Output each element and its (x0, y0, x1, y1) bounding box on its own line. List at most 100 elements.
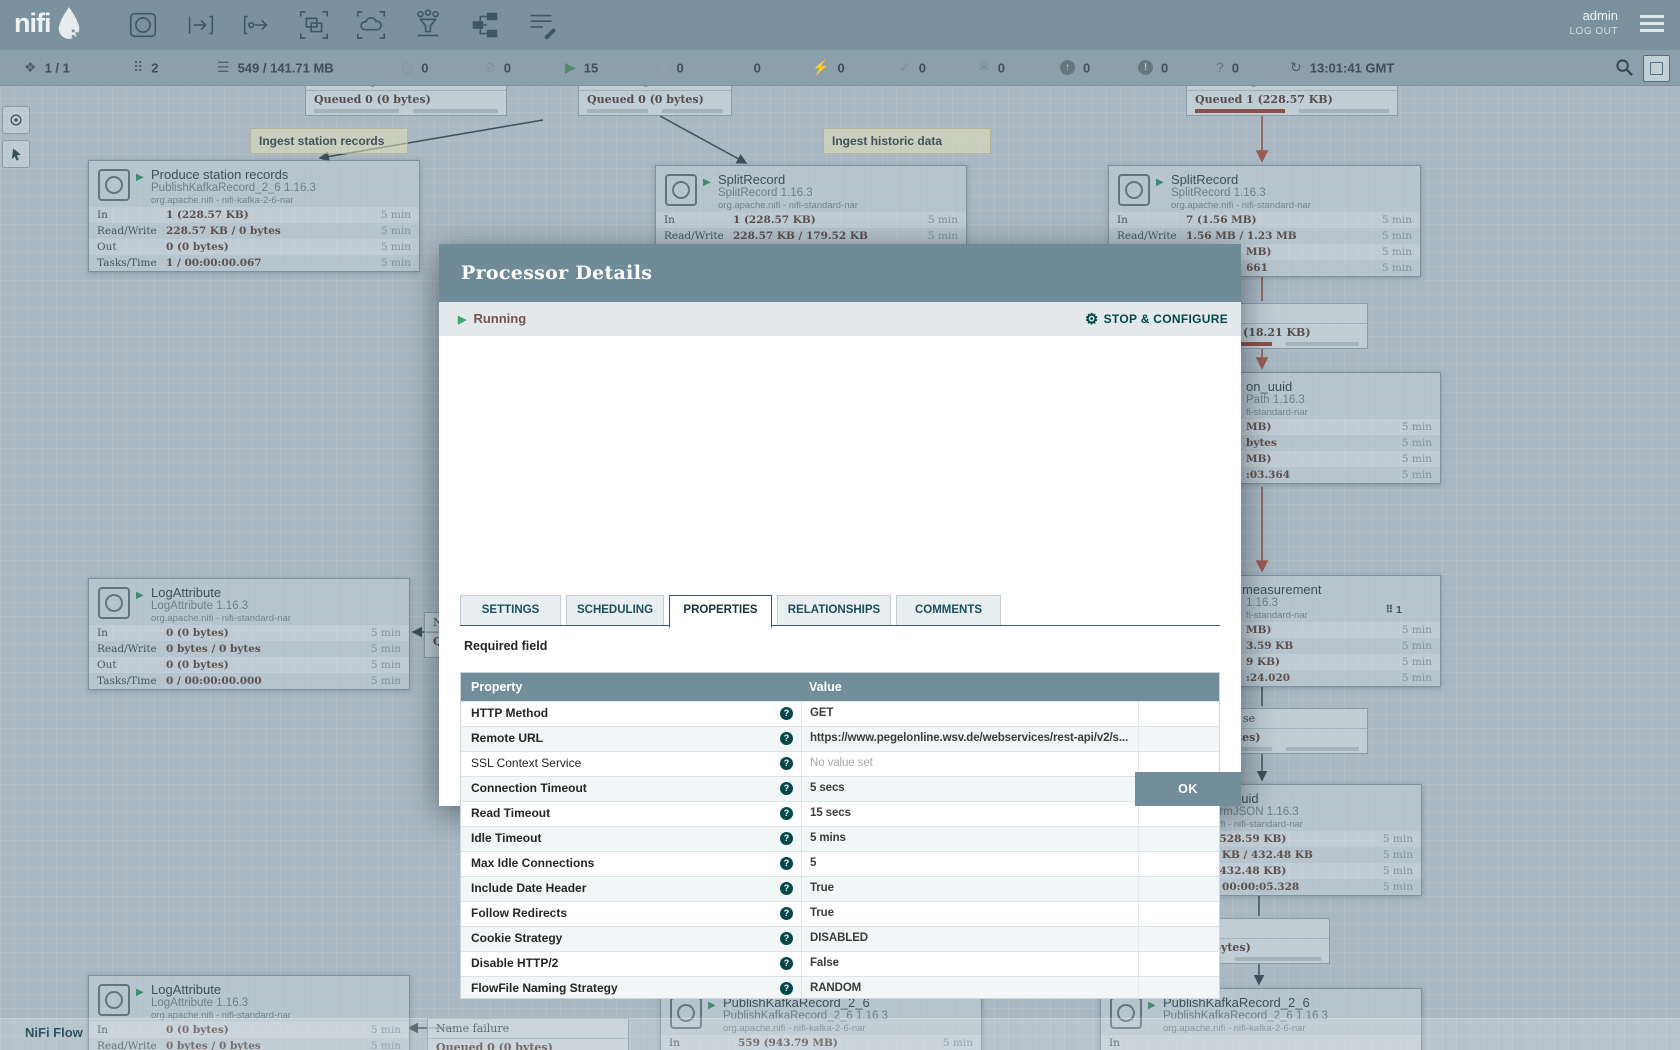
property-value[interactable]: True (801, 877, 1138, 901)
tab-settings[interactable]: SETTINGS (460, 595, 561, 626)
property-value[interactable]: No value set (801, 752, 1138, 776)
nifi-logo-text: nifi (14, 8, 51, 39)
logout-link[interactable]: LOG OUT (1569, 26, 1618, 37)
gear-icon: ⚙ (1085, 311, 1099, 328)
help-icon[interactable]: ? (780, 732, 793, 745)
output-port-icon[interactable] (240, 8, 274, 42)
row-spacer (1138, 927, 1219, 951)
stat-window: 5 min (1383, 879, 1413, 895)
property-name: Remote URL? (461, 727, 801, 751)
input-port-icon[interactable] (183, 8, 217, 42)
refresh-icon[interactable]: ↻ (1290, 59, 1302, 75)
property-value[interactable]: 5 secs (801, 777, 1138, 801)
help-icon[interactable]: ? (780, 807, 793, 820)
help-icon[interactable]: ? (780, 782, 793, 795)
stat-window: 5 min (928, 212, 958, 228)
global-menu-icon[interactable] (1640, 15, 1664, 33)
dialog-status-bar: ▶Running ⚙STOP & CONFIGURE (439, 302, 1241, 336)
help-icon[interactable]: ? (780, 857, 793, 870)
tab-comments[interactable]: COMMENTS (896, 595, 1001, 626)
stat-window: 5 min (381, 239, 411, 255)
tab-properties[interactable]: PROPERTIES (669, 595, 772, 628)
stat-window: 5 min (1402, 638, 1432, 654)
tab-scheduling[interactable]: SCHEDULING (566, 595, 664, 626)
status-invalid: ⚠0 (733, 50, 761, 85)
status-sync-failure-icon: ? (1216, 59, 1224, 75)
stat-value: :03.364 (1246, 467, 1290, 483)
stop-and-configure-button[interactable]: ⚙STOP & CONFIGURE (1085, 302, 1228, 337)
properties-table-header: Property Value (461, 673, 1219, 701)
help-icon[interactable]: ? (780, 932, 793, 945)
stat-window: 5 min (928, 228, 958, 244)
property-row: HTTP Method?GET (461, 701, 1219, 726)
backpressure-bars (1195, 109, 1389, 113)
help-icon[interactable]: ? (780, 907, 793, 920)
property-name: SSL Context Service? (461, 752, 801, 776)
stat-window: 5 min (1382, 260, 1412, 276)
help-icon[interactable]: ? (780, 957, 793, 970)
backpressure-bars (314, 109, 498, 113)
ok-button[interactable]: OK (1135, 772, 1241, 806)
funnel-icon[interactable] (411, 8, 445, 42)
property-row: Read Timeout?15 secs (461, 801, 1219, 826)
status-disabled: ⚡0 (812, 50, 845, 85)
processor-name: LogAttribute (151, 585, 221, 600)
status-locally-modified-stale-count: 0 (1161, 60, 1168, 75)
processor-logattribute-mid[interactable]: ▶LogAttributeLogAttribute 1.16.3org.apac… (88, 578, 410, 690)
status-stopped: ■0 (660, 50, 684, 85)
birdseye-icon[interactable] (2, 106, 30, 134)
property-value[interactable]: https://www.pegelonline.wsv.de/webservic… (801, 727, 1138, 751)
help-icon[interactable]: ? (780, 707, 793, 720)
property-value[interactable]: GET (801, 702, 1138, 726)
tab-relationships[interactable]: RELATIONSHIPS (777, 595, 891, 626)
stat-row: In1 (228.57 KB)5 min (89, 207, 419, 223)
stat-window: 5 min (371, 625, 401, 641)
processor-name: Produce station records (151, 167, 288, 182)
stat-label: Tasks/Time (97, 255, 157, 271)
processor-name: SplitRecord (718, 172, 785, 187)
property-value[interactable]: True (801, 902, 1138, 926)
property-value[interactable]: 5 (801, 852, 1138, 876)
stat-label: Read/Write (1117, 228, 1177, 244)
property-value[interactable]: DISABLED (801, 927, 1138, 951)
stat-value: 0 bytes / 0 bytes (166, 641, 261, 657)
remote-process-group-icon[interactable] (354, 8, 388, 42)
help-icon[interactable]: ? (780, 882, 793, 895)
status-up-to-date: ✔0 (899, 50, 926, 85)
stat-label: Out (97, 657, 117, 673)
stat-value: 3.59 KB (1246, 638, 1293, 654)
stat-window: 5 min (1402, 435, 1432, 451)
search-icon[interactable] (1615, 58, 1634, 77)
property-value[interactable]: RANDOM (801, 977, 1138, 999)
property-row: Idle Timeout?5 mins (461, 826, 1219, 851)
status-running-icon: ▶ (565, 59, 576, 75)
running-icon: ▶ (136, 590, 144, 601)
processor-produce-station-records[interactable]: ▶Produce station recordsPublishKafkaReco… (88, 160, 420, 272)
property-value[interactable]: 15 secs (801, 802, 1138, 826)
help-icon[interactable]: ? (780, 832, 793, 845)
stat-row: Read/Write0 bytes / 0 bytes5 min (89, 641, 409, 657)
template-icon[interactable] (468, 8, 502, 42)
label-icon[interactable] (525, 8, 559, 42)
flow-label-ingest-station-records[interactable]: Ingest station records (250, 128, 408, 154)
backpressure-track (1235, 957, 1322, 961)
backpressure-bars (587, 109, 723, 113)
bulletin-panel-button[interactable] (1643, 55, 1670, 82)
last-refresh-time: 13:01:41 GMT (1310, 60, 1395, 75)
stat-label: Read/Write (97, 223, 157, 239)
property-row: FlowFile Naming Strategy?RANDOM (461, 976, 1219, 999)
breadcrumb[interactable]: NiFi Flow (25, 1025, 83, 1040)
property-value[interactable]: 5 mins (801, 827, 1138, 851)
status-locally-modified-stale-icon: ! (1138, 60, 1153, 75)
process-group-icon[interactable] (297, 8, 331, 42)
property-value[interactable]: False (801, 952, 1138, 976)
processor-type: PublishKafkaRecord_2_6 1.16.3 (151, 182, 316, 194)
stat-window: 5 min (1402, 622, 1432, 638)
processor-icon[interactable] (126, 8, 160, 42)
flow-label-ingest-historic-data[interactable]: Ingest historic data (823, 128, 991, 154)
pan-hand-icon[interactable] (2, 140, 30, 168)
help-icon[interactable]: ? (780, 757, 793, 770)
status-running-count: 15 (584, 60, 598, 75)
stat-window: 5 min (381, 223, 411, 239)
help-icon[interactable]: ? (780, 982, 793, 995)
